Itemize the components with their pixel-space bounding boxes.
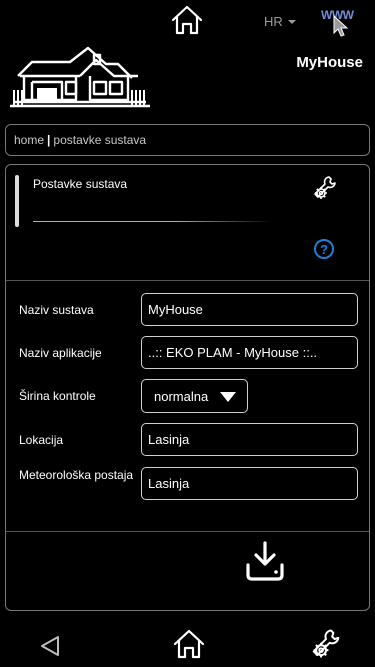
- language-selector[interactable]: HR: [264, 14, 296, 29]
- house-logo: [10, 46, 150, 108]
- settings-panel: Postavke sustava ? Naziv sustava Naziv a…: [5, 164, 370, 611]
- weather-station-input[interactable]: [141, 467, 358, 500]
- row-location: Lokacija: [6, 423, 369, 457]
- breadcrumb-current: postavke sustava: [53, 133, 147, 147]
- home-icon[interactable]: [172, 628, 206, 660]
- control-width-label: Širina kontrole: [19, 389, 96, 403]
- back-triangle-icon[interactable]: [38, 634, 62, 658]
- app-name-label: Naziv aplikacije: [19, 346, 102, 360]
- control-width-value: normalna: [154, 388, 209, 404]
- caret-down-icon: [287, 19, 296, 24]
- location-input[interactable]: [141, 423, 358, 456]
- dropdown-triangle-icon: [220, 392, 236, 402]
- row-system-name: Naziv sustava: [6, 293, 369, 327]
- home-icon[interactable]: [170, 4, 204, 36]
- breadcrumb: home | postavke sustava: [5, 124, 370, 156]
- row-control-width: Širina kontrole normalna: [6, 379, 369, 413]
- tools-icon[interactable]: [310, 628, 342, 660]
- row-weather-station: Meteorološka postaja: [6, 467, 369, 501]
- system-name-input[interactable]: [141, 293, 358, 326]
- tools-icon[interactable]: [312, 175, 338, 201]
- system-name-label: Naziv sustava: [19, 303, 94, 317]
- app-name-input[interactable]: [141, 336, 358, 369]
- app-title: MyHouse: [296, 54, 363, 71]
- accent-bar: [15, 175, 19, 227]
- panel-footer-divider: [6, 531, 369, 532]
- breadcrumb-separator: |: [47, 133, 51, 147]
- title-underline: [33, 221, 273, 222]
- panel-title: Postavke sustava: [33, 177, 128, 191]
- location-label: Lokacija: [19, 433, 64, 447]
- weather-station-label: Meteorološka postaja: [19, 468, 134, 482]
- bottom-nav: [0, 624, 375, 667]
- save-download-icon[interactable]: [243, 541, 287, 583]
- www-cursor-icon[interactable]: WWW: [320, 6, 360, 38]
- help-icon[interactable]: ?: [314, 239, 334, 259]
- panel-header: Postavke sustava ?: [6, 165, 369, 281]
- row-app-name: Naziv aplikacije: [6, 336, 369, 370]
- control-width-select[interactable]: normalna: [141, 379, 248, 413]
- language-label: HR: [264, 14, 283, 29]
- top-bar: HR WWW MyHouse: [0, 0, 375, 118]
- breadcrumb-home-link[interactable]: home: [14, 133, 44, 147]
